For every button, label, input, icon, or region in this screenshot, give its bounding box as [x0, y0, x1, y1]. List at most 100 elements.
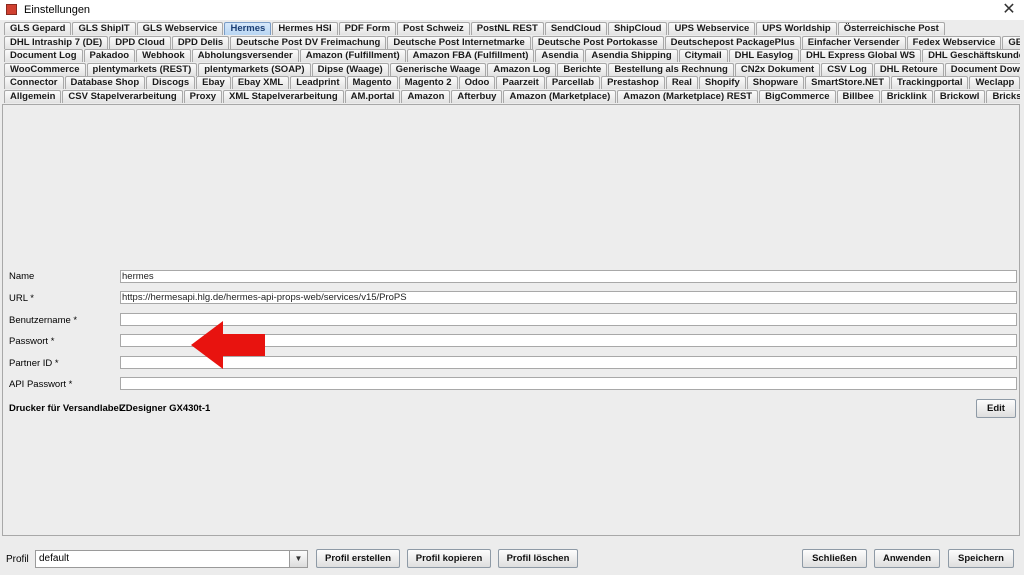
- tab-asendia[interactable]: Asendia: [535, 49, 585, 62]
- tab-hermes[interactable]: Hermes: [224, 22, 272, 35]
- apply-button[interactable]: Anwenden: [874, 549, 940, 568]
- tab-csv-stapelverarbeitung[interactable]: CSV Stapelverarbeitung: [62, 89, 183, 103]
- close-button[interactable]: Schließen: [802, 549, 867, 568]
- tab-dhl-express-global-ws[interactable]: DHL Express Global WS: [800, 49, 922, 62]
- chevron-down-icon[interactable]: ▼: [289, 551, 307, 567]
- tab-generische-waage[interactable]: Generische Waage: [389, 62, 487, 76]
- username-label: Benutzername *: [9, 315, 78, 326]
- tab-fedex-webservice[interactable]: Fedex Webservice: [906, 35, 1002, 49]
- tab-dhl-easylog[interactable]: DHL Easylog: [728, 49, 800, 62]
- tab-billbee[interactable]: Billbee: [836, 89, 880, 103]
- close-icon[interactable]: ✕: [1000, 1, 1018, 19]
- edit-button[interactable]: Edit: [976, 399, 1016, 418]
- tab-allgemein[interactable]: Allgemein: [4, 89, 62, 103]
- tab-amazon-log[interactable]: Amazon Log: [487, 62, 557, 76]
- tab-ebay[interactable]: Ebay: [196, 76, 231, 89]
- tab-smartstore-net[interactable]: SmartStore.NET: [805, 76, 890, 89]
- tab-prestashop[interactable]: Prestashop: [601, 76, 665, 89]
- tab-deutsche-post-portokasse[interactable]: Deutsche Post Portokasse: [531, 35, 664, 49]
- tab-gls-shipit[interactable]: GLS ShipIT: [72, 22, 136, 35]
- tab-citymail[interactable]: Citymail: [678, 49, 728, 62]
- tab-cn2x-dokument[interactable]: CN2x Dokument: [734, 62, 821, 76]
- tab-shopware[interactable]: Shopware: [746, 76, 805, 89]
- tab-gls-gepard[interactable]: GLS Gepard: [4, 22, 72, 35]
- tab-afterbuy[interactable]: Afterbuy: [451, 89, 503, 103]
- tab-real[interactable]: Real: [665, 76, 698, 89]
- tab-shopify[interactable]: Shopify: [698, 76, 746, 89]
- tab-discogs[interactable]: Discogs: [146, 76, 196, 89]
- tab-paarzeit[interactable]: Paarzeit: [496, 76, 545, 89]
- tab-österreichische-post[interactable]: Österreichische Post: [837, 22, 945, 35]
- tab-csv-log[interactable]: CSV Log: [821, 62, 873, 76]
- tab-ebay-xml[interactable]: Ebay XML: [231, 76, 290, 89]
- tab-sendcloud[interactable]: SendCloud: [544, 22, 607, 35]
- tab-am-portal[interactable]: AM.portal: [344, 89, 401, 103]
- tab-odoo[interactable]: Odoo: [458, 76, 496, 89]
- tab-gls-webservice[interactable]: GLS Webservice: [136, 22, 224, 35]
- partner-id-label: Partner ID *: [9, 358, 59, 369]
- tab-ups-webservice[interactable]: UPS Webservice: [668, 22, 756, 35]
- save-button[interactable]: Speichern: [948, 549, 1014, 568]
- tab-brickowl[interactable]: Brickowl: [933, 89, 986, 103]
- tab-dipse-waage[interactable]: Dipse (Waage): [311, 62, 389, 76]
- tab-shipcloud[interactable]: ShipCloud: [607, 22, 668, 35]
- api-password-field[interactable]: [120, 377, 1017, 390]
- tab-dhl-retoure[interactable]: DHL Retoure: [873, 62, 944, 76]
- tab-proxy[interactable]: Proxy: [183, 89, 223, 103]
- tab-abholungsversender[interactable]: Abholungsversender: [191, 49, 299, 62]
- tab-pdf-form[interactable]: PDF Form: [338, 22, 397, 35]
- tab-brickscout[interactable]: Brickscout: [986, 89, 1020, 103]
- tab-pakadoo[interactable]: Pakadoo: [83, 49, 136, 62]
- tab-plentymarkets-soap[interactable]: plentymarkets (SOAP): [198, 62, 311, 76]
- tab-dpd-cloud[interactable]: DPD Cloud: [109, 35, 171, 49]
- tab-bestellung-als-rechnung[interactable]: Bestellung als Rechnung: [608, 62, 734, 76]
- tab-leadprint[interactable]: Leadprint: [290, 76, 346, 89]
- tab-document-log[interactable]: Document Log: [4, 49, 83, 62]
- tab-row: WooCommerce plentymarkets (REST) plentymar…: [4, 62, 1020, 77]
- tab-dpd-delis[interactable]: DPD Delis: [171, 35, 230, 49]
- tab-parcellab[interactable]: Parcellab: [545, 76, 601, 89]
- tab-dhl-intraship-7-de[interactable]: DHL Intraship 7 (DE): [4, 35, 109, 49]
- profil-label: Profil: [6, 554, 29, 565]
- tab-weclapp[interactable]: Weclapp: [969, 76, 1020, 89]
- name-label: Name: [9, 271, 35, 282]
- tab-connector[interactable]: Connector: [4, 76, 64, 89]
- copy-profile-button[interactable]: Profil kopieren: [407, 549, 491, 568]
- tab-hermes-hsi[interactable]: Hermes HSI: [272, 22, 338, 35]
- tab-postnl-rest[interactable]: PostNL REST: [470, 22, 544, 35]
- tab-dhl-geschäftskundenversand[interactable]: DHL Geschäftskundenversand: [922, 49, 1020, 62]
- tab-deutsche-post-dv-freimachung[interactable]: Deutsche Post DV Freimachung: [230, 35, 387, 49]
- tab-plentymarkets-rest[interactable]: plentymarkets (REST): [86, 62, 198, 76]
- tab-xml-stapelverarbeitung[interactable]: XML Stapelverarbeitung: [223, 89, 344, 103]
- tab-webhook[interactable]: Webhook: [136, 49, 191, 62]
- tab-deutschepost-packageplus[interactable]: Deutschepost PackagePlus: [664, 35, 801, 49]
- printer-label: Drucker für Versandlabel: [9, 403, 122, 414]
- tab-bricklink[interactable]: Bricklink: [880, 89, 933, 103]
- delete-profile-button[interactable]: Profil löschen: [498, 549, 578, 568]
- window-title: Einstellungen: [24, 4, 91, 16]
- tab-trackingportal[interactable]: Trackingportal: [891, 76, 969, 89]
- tab-gel-express[interactable]: GEL Express: [1002, 35, 1020, 49]
- tab-amazon-fba-fulfillment[interactable]: Amazon FBA (Fulfillment): [406, 49, 535, 62]
- tab-bigcommerce[interactable]: BigCommerce: [759, 89, 836, 103]
- tab-amazon[interactable]: Amazon: [401, 89, 451, 103]
- tab-document-downloader[interactable]: Document Downloader: [944, 62, 1020, 76]
- tab-woocommerce[interactable]: WooCommerce: [4, 62, 86, 76]
- tab-ups-worldship[interactable]: UPS Worldship: [756, 22, 837, 35]
- tab-deutsche-post-internetmarke[interactable]: Deutsche Post Internetmarke: [387, 35, 531, 49]
- tab-amazon-marketplace[interactable]: Amazon (Marketplace): [503, 89, 617, 103]
- tab-amazon-fulfillment[interactable]: Amazon (Fulfillment): [299, 49, 406, 62]
- url-field[interactable]: https://hermesapi.hlg.de/hermes-api-prop…: [120, 291, 1017, 304]
- tab-einfacher-versender[interactable]: Einfacher Versender: [801, 35, 906, 49]
- profil-select[interactable]: default ▼: [35, 550, 308, 568]
- printer-value: ZDesigner GX430t-1: [120, 403, 211, 414]
- tab-magento-2[interactable]: Magento 2: [398, 76, 458, 89]
- tab-amazon-marketplace-rest[interactable]: Amazon (Marketplace) REST: [617, 89, 759, 103]
- tab-post-schweiz[interactable]: Post Schweiz: [397, 22, 470, 35]
- create-profile-button[interactable]: Profil erstellen: [316, 549, 400, 568]
- tab-magento[interactable]: Magento: [346, 76, 398, 89]
- tab-berichte[interactable]: Berichte: [557, 62, 608, 76]
- name-field[interactable]: hermes: [120, 270, 1017, 283]
- tab-asendia-shipping[interactable]: Asendia Shipping: [585, 49, 678, 62]
- tab-database-shop[interactable]: Database Shop: [64, 76, 146, 89]
